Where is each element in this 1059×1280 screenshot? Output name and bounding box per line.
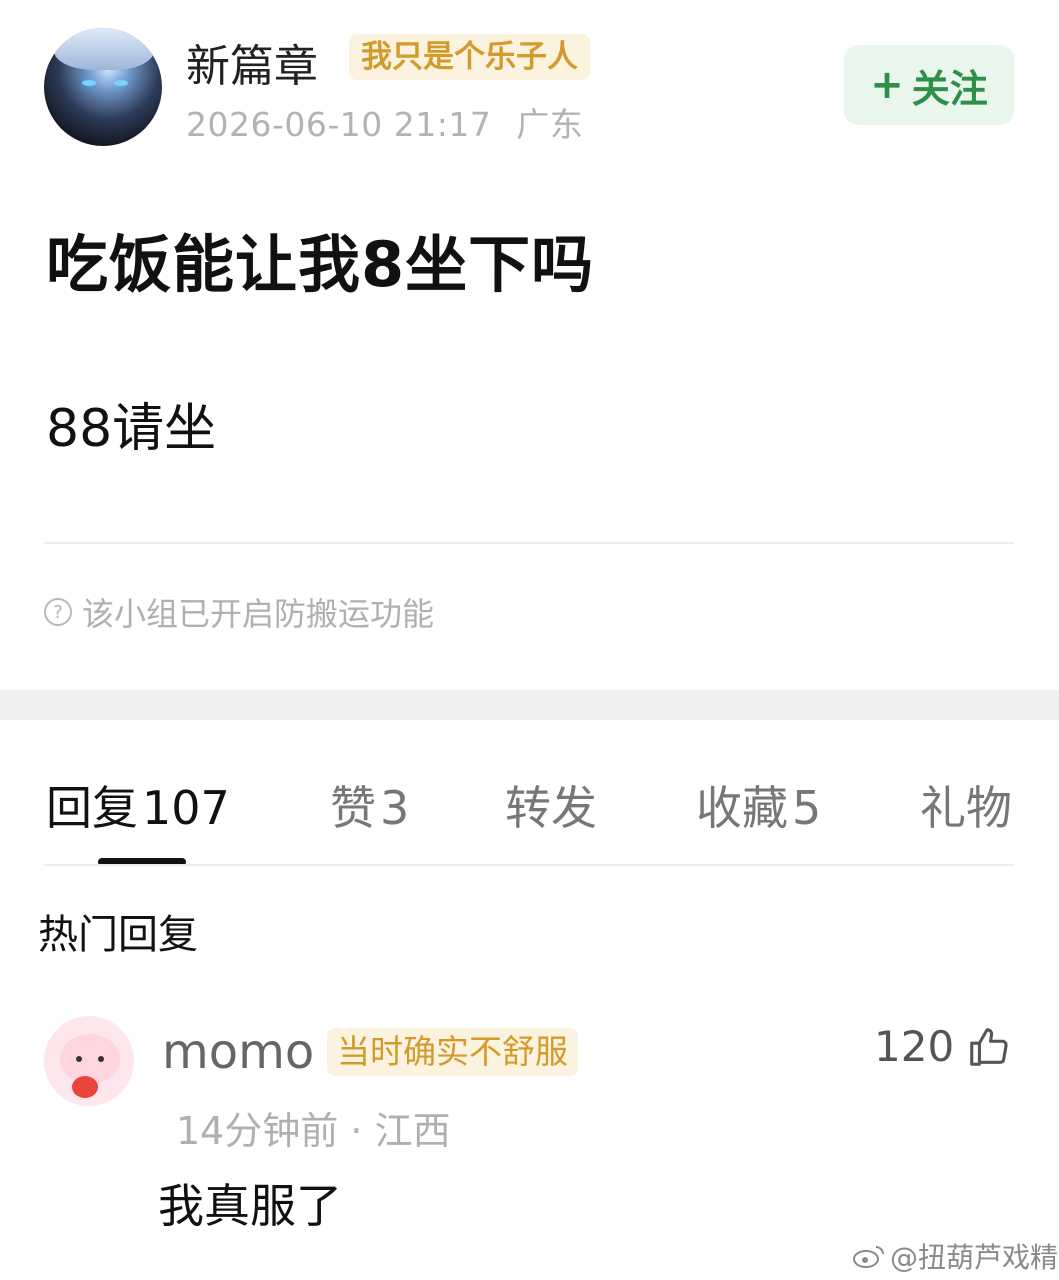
- notice-text: 该小组已开启防搬运功能: [82, 595, 435, 633]
- post-title: 吃饭能让我8坐下吗: [46, 228, 595, 301]
- divider: [44, 542, 1014, 544]
- post-meta: 2026-06-10 21:17 广东: [186, 98, 583, 146]
- tab-count: 3: [380, 781, 410, 835]
- like-button[interactable]: 120: [874, 1022, 1012, 1071]
- section-separator: [0, 690, 1059, 720]
- author-badge: 我只是个乐子人: [349, 34, 590, 80]
- avatar-eye-left: [76, 1056, 82, 1062]
- commenter-badge: 当时确实不舒服: [327, 1028, 578, 1076]
- tab-label: 收藏: [696, 781, 788, 835]
- tab-forward[interactable]: 转发: [505, 772, 597, 838]
- tab-favorites[interactable]: 收藏 5: [696, 772, 821, 838]
- tab-label: 赞: [330, 781, 376, 835]
- post-location: 广东: [516, 105, 584, 144]
- author-name[interactable]: 新篇章: [186, 30, 318, 94]
- watermark: @扭葫芦戏精: [852, 1236, 1058, 1276]
- plus-icon: +: [870, 62, 904, 108]
- question-circle-icon: ?: [44, 598, 72, 626]
- tab-label: 转发: [505, 781, 597, 835]
- author-avatar[interactable]: [44, 28, 162, 146]
- tab-label: 回复: [46, 781, 138, 835]
- tab-label: 礼物: [920, 781, 1012, 835]
- follow-button[interactable]: + 关注: [844, 45, 1014, 125]
- rose-icon: [72, 1076, 98, 1098]
- avatar-eye-right: [114, 80, 128, 86]
- avatar-eye-right: [98, 1056, 104, 1062]
- tabs-divider: [44, 864, 1014, 866]
- post-timestamp: 2026-06-10 21:17: [186, 105, 492, 144]
- thumbs-up-icon: [970, 1027, 1008, 1066]
- watermark-text: @扭葫芦戏精: [890, 1241, 1059, 1274]
- anti-repost-notice: ? 该小组已开启防搬运功能: [44, 590, 434, 634]
- commenter-name[interactable]: momo: [162, 1024, 314, 1080]
- post-body: 88请坐: [46, 399, 217, 459]
- weibo-icon: [853, 1246, 884, 1268]
- tab-likes[interactable]: 赞 3: [330, 772, 409, 838]
- tab-gifts[interactable]: 礼物: [920, 772, 1012, 838]
- tab-count: 5: [792, 781, 822, 835]
- comment-meta: 14分钟前 · 江西: [176, 1109, 451, 1153]
- comment-text: 我真服了: [158, 1179, 342, 1233]
- avatar-eye-left: [82, 80, 96, 86]
- hot-replies-heading: 热门回复: [38, 912, 198, 958]
- tab-count: 107: [142, 781, 230, 835]
- like-count: 120: [874, 1022, 955, 1071]
- follow-label: 关注: [911, 66, 988, 111]
- tab-replies[interactable]: 回复 107: [46, 772, 230, 838]
- commenter-avatar[interactable]: [44, 1016, 134, 1106]
- avatar-hair: [54, 28, 154, 70]
